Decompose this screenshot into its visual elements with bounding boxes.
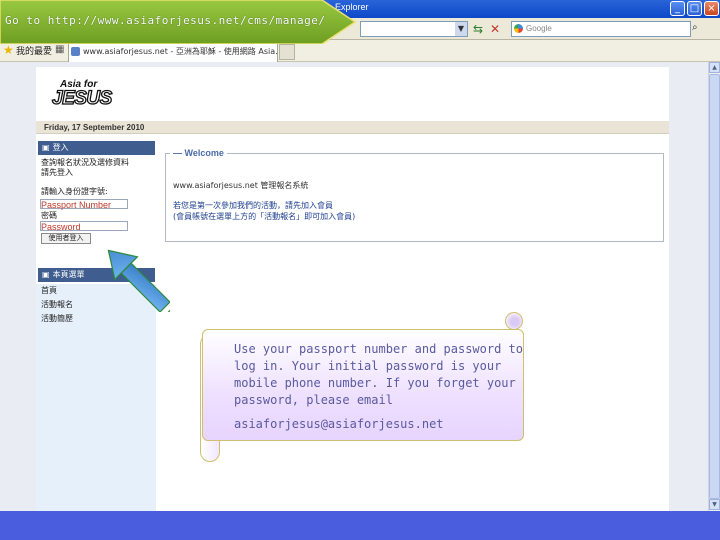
login-section-header: ▣ 登入 [38, 141, 155, 155]
welcome-line-3: (會員帳號在選單上方的「活動報名」即可加入會員) [173, 212, 356, 221]
login-button[interactable]: 使用者登入 [41, 233, 91, 244]
google-icon [514, 24, 523, 33]
login-header-icon: ▣ [42, 143, 50, 152]
note-scroll-curl-top [505, 312, 523, 330]
welcome-line-2: 若您是第一次參加我們的活動，請先加入會員 [173, 201, 333, 210]
close-button[interactable]: × [704, 1, 719, 16]
password-caption: 密碼 [41, 211, 57, 220]
favorites-star-icon[interactable]: ★ [3, 43, 14, 57]
tab-favicon-icon [71, 47, 80, 56]
menu-header-icon: ▣ [42, 270, 50, 279]
new-tab-button[interactable] [279, 44, 295, 60]
date-bar: Friday, 17 September 2010 [36, 121, 669, 134]
slide-bottom-band [0, 511, 720, 540]
url-callout-text: Go to http://www.asiaforjesus.net/cms/ma… [5, 14, 326, 27]
welcome-title: — Welcome [170, 148, 227, 158]
login-prompt: 請輸入身份證字號: [41, 187, 108, 196]
scroll-down-icon[interactable]: ▼ [709, 499, 720, 510]
menu-item-history[interactable]: 活動簡歷 [41, 314, 73, 324]
minimize-button[interactable]: _ [670, 1, 685, 16]
menu-item-registration[interactable]: 活動報名 [41, 300, 73, 310]
tab-list-icon[interactable]: ▦ [55, 44, 64, 55]
login-intro-line-2: 請先登入 [41, 168, 73, 177]
asia-for-jesus-logo: Asia for JESUS [51, 79, 113, 106]
svg-text:JESUS: JESUS [52, 88, 113, 106]
instruction-note-email: asiaforjesus@asiaforjesus.net [234, 417, 444, 431]
address-input[interactable] [360, 21, 468, 37]
address-dropdown-icon[interactable]: ▼ [455, 22, 467, 36]
login-intro-line-1: 查詢報名狀況及選修資料 [41, 158, 129, 167]
menu-header-label: 本頁選單 [52, 270, 85, 279]
search-go-icon[interactable]: ⌕ [692, 22, 698, 33]
scroll-thumb[interactable] [709, 74, 720, 499]
password-label: Password [41, 222, 81, 232]
refresh-icon[interactable]: ⇆ [473, 22, 483, 36]
stop-icon[interactable]: ✕ [490, 22, 500, 36]
maximize-button[interactable]: □ [687, 1, 702, 16]
favorites-label[interactable]: 我的最愛 [16, 44, 52, 57]
vertical-scrollbar[interactable]: ▲ ▼ [708, 62, 720, 511]
instruction-note-text: Use your passport number and password to… [234, 342, 523, 407]
welcome-title-text: Welcome [184, 148, 224, 158]
pointer-arrow-icon [107, 249, 170, 312]
scroll-up-icon[interactable]: ▲ [709, 62, 720, 73]
welcome-dash-icon: — [173, 148, 185, 158]
welcome-line-1: www.asiaforjesus.net 管理報名系統 [173, 181, 309, 190]
search-input[interactable]: Google [511, 21, 691, 37]
passport-number-label: Passport Number [41, 200, 112, 210]
welcome-panel [165, 153, 664, 242]
tab-current-page[interactable]: www.asiaforjesus.net - 亞洲為耶穌 - 使用網路 Asia… [68, 42, 278, 62]
login-header-label: 登入 [52, 143, 69, 152]
menu-item-home[interactable]: 首頁 [41, 286, 57, 296]
